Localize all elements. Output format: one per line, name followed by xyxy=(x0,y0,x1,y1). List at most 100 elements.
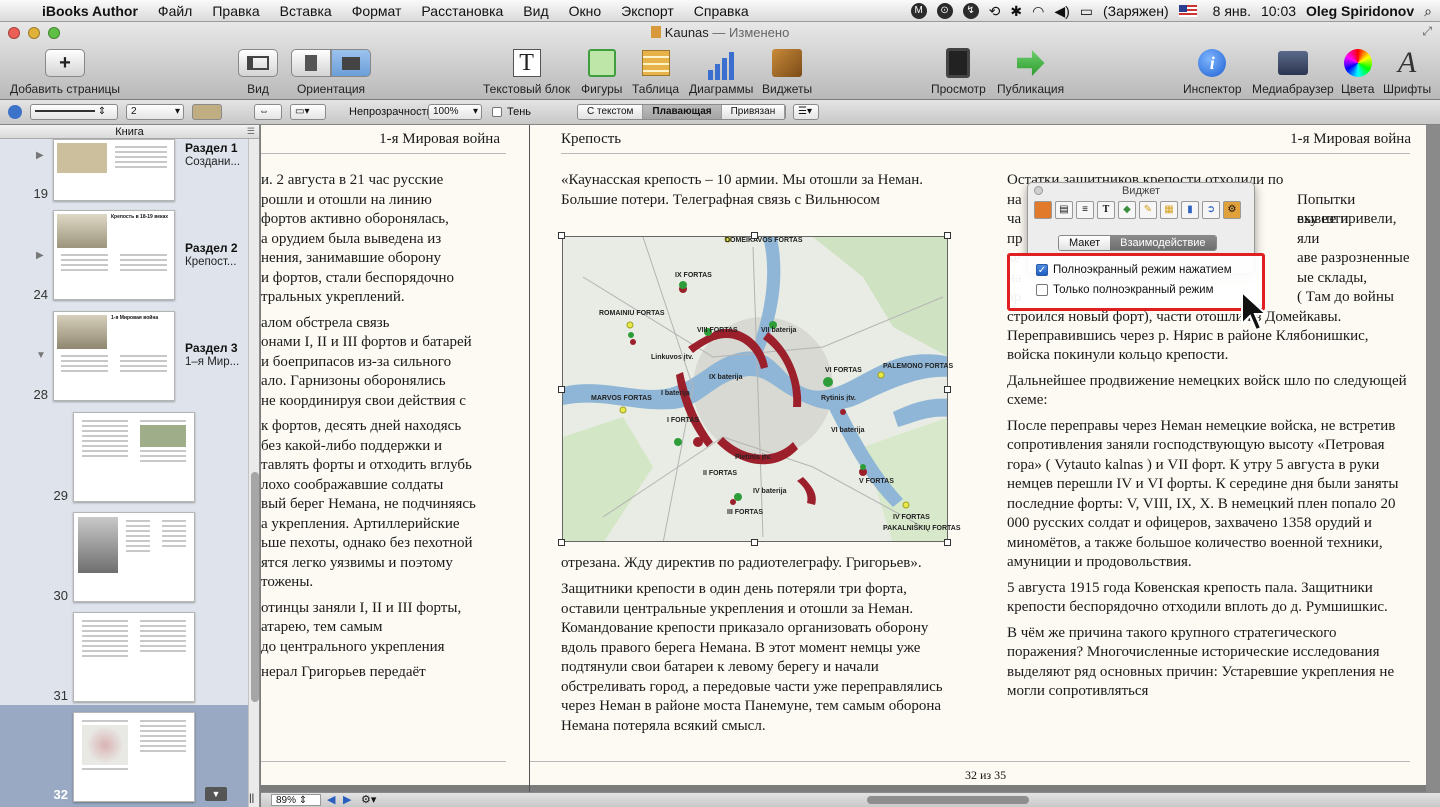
shapes-button[interactable]: Фигуры xyxy=(581,46,622,96)
page-thumbnail-29[interactable] xyxy=(73,412,195,502)
document-inspector-icon[interactable] xyxy=(1034,201,1052,219)
time-machine-icon[interactable]: ⟲ xyxy=(989,3,1001,20)
hyperlink-inspector-icon[interactable]: ➲ xyxy=(1202,201,1220,219)
sidebar-scrollbar[interactable] xyxy=(248,139,259,807)
tab-interaction[interactable]: Взаимодействие xyxy=(1110,236,1216,250)
landscape-icon[interactable] xyxy=(331,49,371,77)
opacity-select[interactable]: 100% ▾ xyxy=(428,104,482,120)
widgets-button[interactable]: Виджеты xyxy=(762,46,812,96)
resize-handle[interactable] xyxy=(751,539,758,546)
resize-handle[interactable] xyxy=(944,232,951,239)
media-browser-button[interactable]: Медиабраузер xyxy=(1252,46,1334,96)
left-page-body[interactable]: и. 2 августа в 21 час русские рошли и ото… xyxy=(261,171,511,683)
stroke-style-select[interactable]: ⇕ xyxy=(30,104,118,120)
pause-icon[interactable]: || xyxy=(249,793,254,804)
fullscreen-only-checkbox[interactable] xyxy=(1036,284,1048,296)
portrait-icon[interactable] xyxy=(291,49,331,77)
section-3-title[interactable]: Раздел 3 xyxy=(185,341,238,355)
resize-handle[interactable] xyxy=(944,386,951,393)
text-block-button[interactable]: T Текстовый блок xyxy=(483,46,570,96)
add-pages-button[interactable]: + Добавить страницы xyxy=(10,46,120,96)
wrap-anchored-option[interactable]: Привязан xyxy=(721,105,786,119)
bolt-icon[interactable]: ↯ xyxy=(962,3,979,19)
disclosure-triangle-icon[interactable]: ▶ xyxy=(36,250,44,261)
resize-handle[interactable] xyxy=(558,539,565,546)
sidebar-scroll-thumb[interactable] xyxy=(251,472,259,702)
volume-icon[interactable]: ◀) xyxy=(1054,3,1069,20)
section-1-title[interactable]: Раздел 1 xyxy=(185,141,238,155)
wrap-floating-option[interactable]: Плавающая xyxy=(643,105,722,119)
clock-date[interactable]: 8 янв. xyxy=(1213,3,1251,19)
section-1-subtitle[interactable]: Создани... xyxy=(185,156,240,168)
colors-button[interactable]: Цвета xyxy=(1341,46,1374,96)
menu-app[interactable]: iBooks Author xyxy=(38,3,148,19)
section-3-thumbnail[interactable]: 1-я Мировая война xyxy=(53,311,175,401)
map-caption[interactable]: отрезана. Жду директив по радиотелеграфу… xyxy=(561,554,971,574)
fill-button[interactable]: ▭▾ xyxy=(290,104,326,120)
layout-inspector-icon[interactable]: ▤ xyxy=(1055,201,1073,219)
wrap-inspector-icon[interactable]: ≡ xyxy=(1076,201,1094,219)
publish-button[interactable]: Публикация xyxy=(997,46,1064,96)
resize-handle[interactable] xyxy=(558,386,565,393)
menu-file[interactable]: Файл xyxy=(148,3,202,19)
stroke-endpoints-button[interactable]: ⇔ xyxy=(254,104,282,120)
fortress-map-image[interactable] xyxy=(562,236,948,542)
menu-export[interactable]: Экспорт xyxy=(611,3,684,19)
menu-format[interactable]: Формат xyxy=(342,3,412,19)
column-1-body[interactable]: Защитники крепости в один день потеряли … xyxy=(561,580,961,736)
chart-inspector-icon[interactable]: ▮ xyxy=(1181,201,1199,219)
inspector-button[interactable]: i Инспектор xyxy=(1183,46,1242,96)
flag-icon[interactable] xyxy=(1178,5,1197,17)
stroke-width-select[interactable]: 2 ▾ xyxy=(126,104,184,120)
page-thumbnail-31[interactable] xyxy=(73,612,195,702)
section-2-thumbnail[interactable]: Крепость в 18-19 веках xyxy=(53,210,175,300)
menu-arrange[interactable]: Расстановка xyxy=(411,3,513,19)
fullscreen-only-option[interactable]: Только полноэкранный режим xyxy=(1036,284,1214,296)
tab-layout[interactable]: Макет xyxy=(1059,236,1111,250)
page-thumbnail-30[interactable] xyxy=(73,512,195,602)
resize-handle[interactable] xyxy=(944,539,951,546)
table-inspector-icon[interactable]: ▦ xyxy=(1160,201,1178,219)
action-gear-icon[interactable]: ⚙▾ xyxy=(361,793,376,806)
resize-handle[interactable] xyxy=(751,232,758,239)
clock-time[interactable]: 10:03 xyxy=(1261,3,1296,19)
charts-button[interactable]: Диаграммы xyxy=(689,46,753,96)
view-button[interactable]: Вид xyxy=(238,46,278,96)
section-2-subtitle[interactable]: Крепост... xyxy=(185,256,236,268)
text-inspector-icon[interactable]: T xyxy=(1097,201,1115,219)
metrics-inspector-icon[interactable]: ✎ xyxy=(1139,201,1157,219)
section-2-title[interactable]: Раздел 2 xyxy=(185,241,238,255)
sync-icon[interactable]: ⊙ xyxy=(936,3,953,19)
shadow-checkbox[interactable] xyxy=(492,107,502,117)
page-thumbnail-32[interactable] xyxy=(73,712,195,802)
wifi-icon[interactable]: ◠ xyxy=(1032,3,1044,20)
section-3-subtitle[interactable]: 1–я Мир... xyxy=(185,356,239,368)
disclosure-triangle-icon[interactable]: ▼ xyxy=(36,350,46,361)
fonts-button[interactable]: A Шрифты xyxy=(1383,46,1431,96)
widget-inspector-icon[interactable]: ⚙ xyxy=(1223,201,1241,219)
disclosure-triangle-icon[interactable]: ▶ xyxy=(36,150,44,161)
sidebar-menu-button[interactable]: ▼ xyxy=(205,787,227,801)
menu-help[interactable]: Справка xyxy=(684,3,759,19)
spotlight-icon[interactable]: ⌕ xyxy=(1424,3,1432,20)
resize-handle[interactable] xyxy=(558,232,565,239)
wrap-settings-button[interactable]: ☰▾ xyxy=(793,104,819,120)
user-name[interactable]: Oleg Spiridonov xyxy=(1306,3,1414,19)
battery-status[interactable]: (Заряжен) xyxy=(1103,3,1169,19)
fullscreen-icon[interactable]: ⤢ xyxy=(1422,24,1432,39)
stroke-color-well[interactable] xyxy=(192,104,222,120)
menu-insert[interactable]: Вставка xyxy=(270,3,342,19)
menu-edit[interactable]: Правка xyxy=(202,3,269,19)
wrap-inline-option[interactable]: С текстом xyxy=(578,105,644,119)
previous-page-button[interactable]: ◀ xyxy=(327,793,335,806)
horizontal-scroll-thumb[interactable] xyxy=(867,796,1029,804)
bluetooth-icon[interactable]: ✱ xyxy=(1010,3,1022,20)
fullscreen-tap-option[interactable]: ✓ Полноэкранный режим нажатием xyxy=(1036,264,1232,276)
sidebar-resize-icon[interactable]: ☰ xyxy=(247,126,255,137)
section-1-thumbnail[interactable] xyxy=(53,139,175,201)
battery-icon[interactable]: ▭ xyxy=(1080,3,1093,20)
menu-view[interactable]: Вид xyxy=(513,3,558,19)
graphic-inspector-icon[interactable]: ◆ xyxy=(1118,201,1136,219)
blue-dot-icon[interactable] xyxy=(8,105,22,119)
table-button[interactable]: Таблица xyxy=(632,46,679,96)
